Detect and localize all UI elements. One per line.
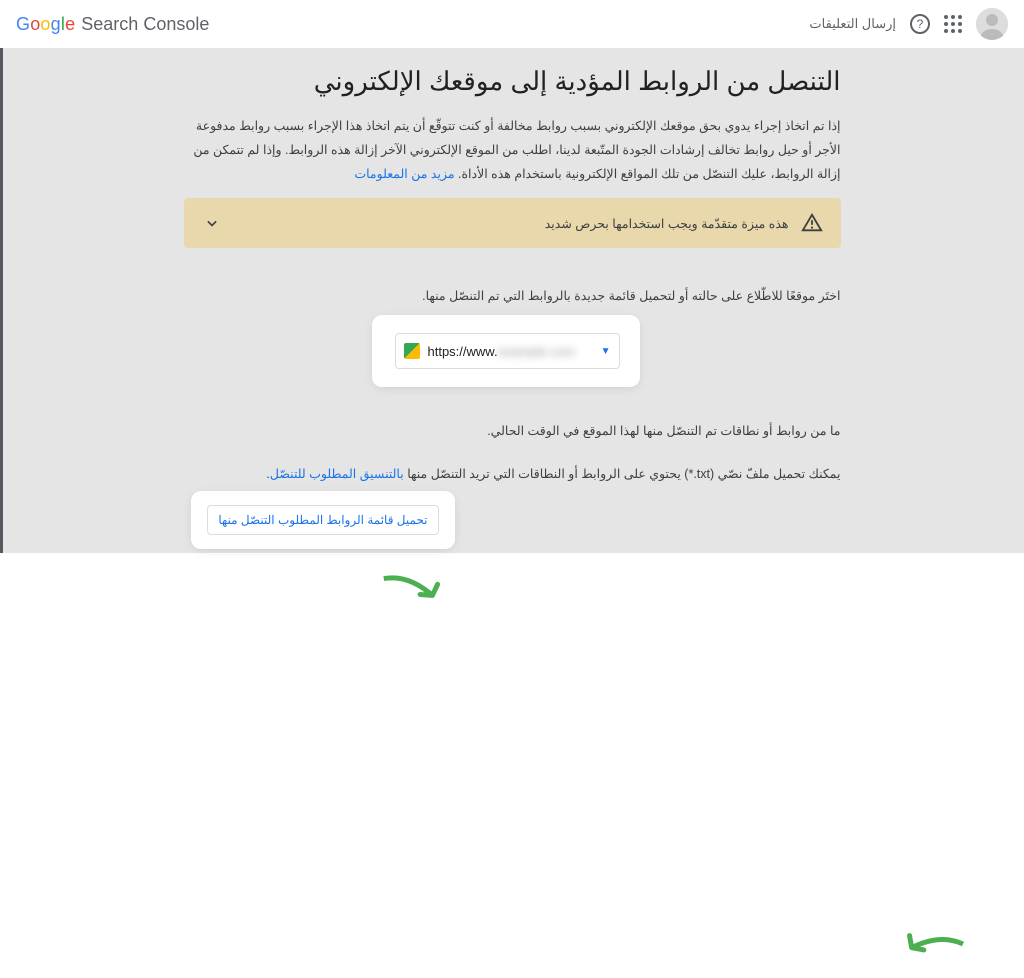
intro-text: إذا تم اتخاذ إجراء يدوي بحق موقعك الإلكت… [193, 119, 840, 181]
help-icon[interactable]: ? [910, 14, 930, 34]
brand-logo: Google Search Console [16, 14, 209, 35]
brand-console-text: Search Console [81, 14, 209, 35]
site-selector-highlight: https://www.example.com ▼ [376, 319, 636, 383]
warning-text: هذه ميزة متقدّمة ويجب استخدامها بحرص شدي… [545, 216, 789, 231]
site-favicon-icon [404, 343, 420, 359]
redacted-domain: example.com [498, 344, 575, 359]
page-title: التنصل من الروابط المؤدية إلى موقعك الإل… [184, 66, 841, 97]
select-site-label: اختَر موقعًا للاطّلاع على حالته أو لتحمي… [184, 288, 841, 303]
warning-banner[interactable]: هذه ميزة متقدّمة ويجب استخدامها بحرص شدي… [184, 198, 841, 248]
chevron-down-icon [202, 213, 222, 233]
upload-instruction: يمكنك تحميل ملفّ نصّي (txt.*) يحتوي على … [184, 466, 841, 481]
warning-icon [801, 212, 823, 234]
more-info-link[interactable]: مزيد من المعلومات [354, 167, 454, 181]
format-link[interactable]: بالتنسيق المطلوب للتنصّل [270, 467, 404, 481]
upload-button-highlight: تحميل قائمة الروابط المطلوب التنصّل منها [195, 495, 450, 545]
google-wordmark: Google [16, 14, 75, 35]
upload-disavow-list-button[interactable]: تحميل قائمة الروابط المطلوب التنصّل منها [207, 505, 438, 535]
dropdown-caret-icon: ▼ [601, 346, 611, 357]
feedback-link[interactable]: إرسال التعليقات [809, 16, 896, 32]
intro-paragraph: إذا تم اتخاذ إجراء يدوي بحق موقعك الإلكت… [184, 115, 841, 186]
annotation-arrow-icon [377, 564, 443, 614]
site-selector-dropdown[interactable]: https://www.example.com ▼ [395, 333, 620, 369]
disavow-status-text: ما من روابط أو نطاقات تم التنصّل منها له… [184, 423, 841, 438]
annotation-arrow-icon [898, 916, 969, 978]
avatar[interactable] [976, 8, 1008, 40]
apps-icon[interactable] [944, 15, 962, 33]
selected-site-url: https://www.example.com [428, 344, 593, 359]
